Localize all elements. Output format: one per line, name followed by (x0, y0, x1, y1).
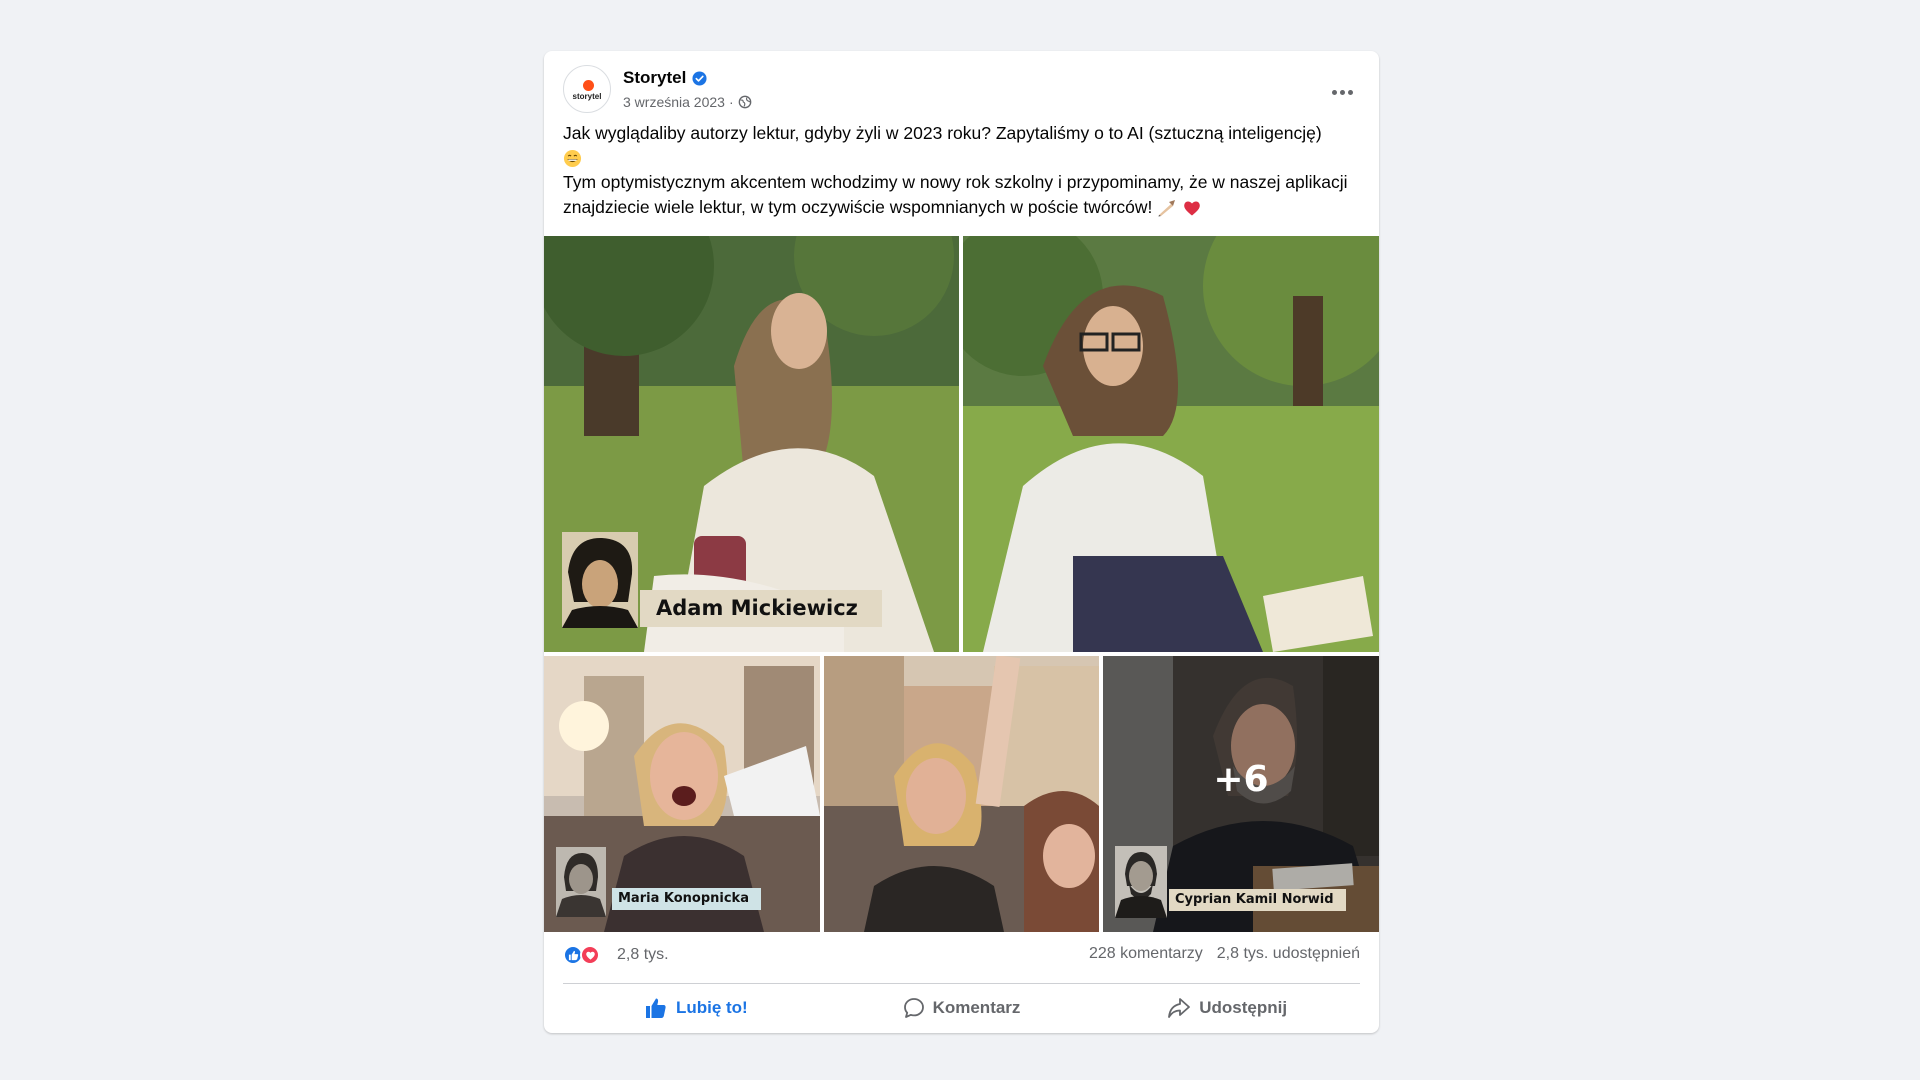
konopnicka-portrait-drawing (556, 847, 606, 917)
more-photos-count: +6 (1213, 758, 1269, 800)
red-heart-emoji-icon (1184, 201, 1200, 216)
storytel-logo-icon (583, 80, 594, 91)
shares-count[interactable]: 2,8 tys. udostępnień (1217, 944, 1360, 964)
writing-hand-emoji-icon (1158, 199, 1176, 217)
engagement-stats: 228 komentarzy 2,8 tys. udostępnień (1089, 944, 1360, 964)
page-avatar[interactable]: storytel (563, 65, 611, 113)
photo-2[interactable] (963, 236, 1379, 652)
grinning-face-emoji-icon (563, 150, 582, 168)
thumbs-up-icon (568, 950, 578, 960)
caption-cyprian-kamil-norwid: Cyprian Kamil Norwid (1169, 889, 1346, 911)
heart-icon (585, 951, 595, 960)
post-date[interactable]: 3 września 2023 (623, 94, 725, 110)
avatar-logo-text: storytel (572, 92, 602, 101)
share-button[interactable]: Udostępnij (1094, 989, 1360, 1027)
dot-icon (1347, 89, 1353, 95)
photo-adam-mickiewicz[interactable]: Adam Mickiewicz (544, 236, 959, 652)
norwid-portrait-drawing (1115, 846, 1167, 918)
reaction-count[interactable]: 2,8 tys. (617, 945, 669, 965)
post-header: storytel Storytel 3 września 2023 · (563, 65, 1360, 115)
photo-4-image (824, 656, 1099, 932)
thumbs-up-icon (645, 998, 666, 1018)
name-row: Storytel (623, 67, 707, 89)
facebook-post: storytel Storytel 3 września 2023 · Jak … (544, 51, 1379, 1033)
photo-4[interactable] (824, 656, 1099, 932)
post-text-line2: Tym optymistycznym akcentem wchodzimy w … (563, 172, 1348, 217)
dot-icon (1331, 89, 1337, 95)
love-reaction-icon (580, 945, 600, 965)
verified-badge-icon (692, 70, 707, 86)
divider (563, 983, 1360, 984)
meta-separator: · (728, 94, 734, 110)
comments-count[interactable]: 228 komentarzy (1089, 944, 1203, 964)
photo-2-image (963, 236, 1379, 652)
photo-cyprian-kamil-norwid[interactable]: +6 Cyprian Kamil Norwid (1103, 656, 1379, 932)
like-button-label: Lubię to! (675, 998, 748, 1017)
mickiewicz-portrait-image (562, 532, 638, 628)
konopnicka-portrait-image (556, 847, 606, 917)
comment-button[interactable]: Komentarz (829, 989, 1095, 1027)
share-icon (1168, 998, 1191, 1018)
norwid-portrait-image (1115, 846, 1167, 918)
reaction-icons[interactable] (563, 945, 600, 965)
caption-maria-konopnicka: Maria Konopnicka (612, 888, 761, 910)
share-button-label: Udostępnij (1199, 998, 1288, 1017)
post-text: Jak wyglądaliby autorzy lektur, gdyby ży… (563, 121, 1363, 219)
photo-maria-konopnicka[interactable]: Maria Konopnicka (544, 656, 820, 932)
post-stats: 2,8 tys. 228 komentarzy 2,8 tys. udostęp… (563, 940, 1360, 970)
page-name[interactable]: Storytel (623, 68, 686, 88)
post-text-line1: Jak wyglądaliby autorzy lektur, gdyby ży… (563, 123, 1322, 143)
caption-adam-mickiewicz: Adam Mickiewicz (640, 590, 882, 627)
comment-button-label: Komentarz (932, 998, 1021, 1017)
like-button[interactable]: Lubię to! (563, 989, 829, 1027)
more-options-button[interactable] (1324, 74, 1360, 110)
mickiewicz-portrait-drawing (562, 532, 638, 628)
dot-icon (1339, 89, 1345, 95)
action-bar: Lubię to! Komentarz Udostępnij (563, 989, 1360, 1027)
comment-icon (903, 998, 924, 1018)
post-meta: 3 września 2023 · (623, 93, 752, 111)
globe-icon (738, 95, 751, 109)
